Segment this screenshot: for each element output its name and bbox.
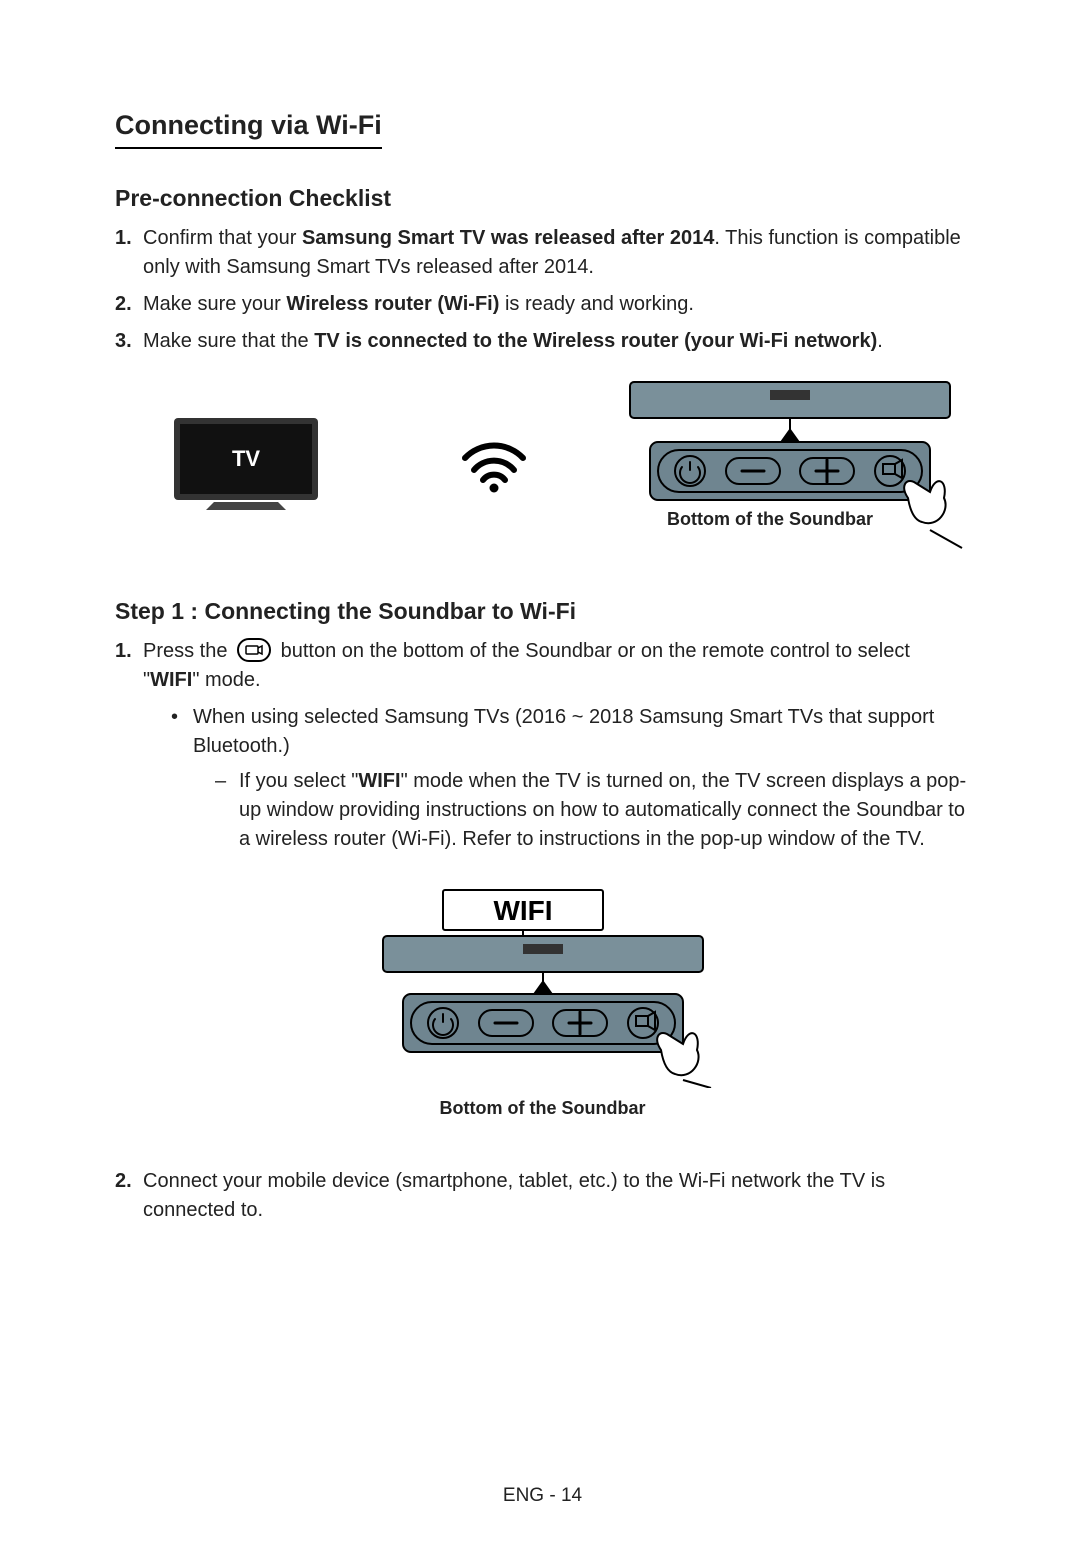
text: Make sure your [143, 293, 286, 315]
step1-list-cont: 2. Connect your mobile device (smartphon… [115, 1167, 970, 1225]
checklist-title: Pre-connection Checklist [115, 185, 970, 212]
wifi-icon [459, 430, 529, 500]
checklist-item: 2. Make sure your Wireless router (Wi-Fi… [115, 290, 970, 319]
checklist: 1. Confirm that your Samsung Smart TV wa… [115, 224, 970, 356]
soundbar-display: WIFI [493, 895, 552, 926]
figure-tv-soundbar: TV [115, 380, 970, 550]
text: is ready and working. [499, 293, 694, 315]
checklist-item: 3. Make sure that the TV is connected to… [115, 327, 970, 356]
tv-label: TV [232, 446, 260, 471]
tv-icon: TV [166, 410, 326, 520]
item-number: 2. [115, 1167, 143, 1196]
step1-title: Step 1 : Connecting the Soundbar to Wi-F… [115, 598, 970, 625]
item-number: 1. [115, 637, 143, 666]
figure-caption: Bottom of the Soundbar [610, 509, 930, 530]
sub-bullet-item: When using selected Samsung TVs (2016 ~ … [171, 703, 970, 854]
section-heading: Connecting via Wi-Fi [115, 110, 382, 149]
text: If you select " [239, 770, 358, 792]
text-bold: WIFI [150, 669, 192, 691]
text: . [877, 330, 883, 352]
item-number: 2. [115, 290, 143, 319]
text-bold: Wireless router (Wi-Fi) [286, 293, 499, 315]
item-number: 1. [115, 224, 143, 253]
text: Connect your mobile device (smartphone, … [143, 1167, 970, 1225]
sub-dash-item: If you select "WIFI" mode when the TV is… [215, 767, 970, 854]
text-bold: TV is connected to the Wireless router (… [314, 330, 877, 352]
text-bold: WIFI [358, 770, 400, 792]
sub-bullet-list: When using selected Samsung TVs (2016 ~ … [171, 703, 970, 854]
checklist-item: 1. Confirm that your Samsung Smart TV wa… [115, 224, 970, 282]
step-item: 2. Connect your mobile device (smartphon… [115, 1167, 970, 1225]
text: Confirm that your [143, 227, 302, 249]
text: Make sure that the [143, 330, 314, 352]
text: Press the [143, 640, 233, 662]
text-bold: Samsung Smart TV was released after 2014 [302, 227, 714, 249]
item-number: 3. [115, 327, 143, 356]
step1-list: 1. Press the button on the bottom of the… [115, 637, 970, 864]
text: When using selected Samsung TVs (2016 ~ … [193, 706, 934, 757]
page-footer: ENG - 14 [115, 1485, 970, 1507]
source-button-icon [237, 638, 271, 662]
figure-soundbar-wifi: WIFI Bottom of the Soundbar [115, 888, 970, 1119]
text: " mode. [192, 669, 260, 691]
soundbar-wifi-icon: WIFI [373, 888, 713, 1088]
sub-dash-list: If you select "WIFI" mode when the TV is… [215, 767, 970, 854]
step-item: 1. Press the button on the bottom of the… [115, 637, 970, 864]
figure-caption: Bottom of the Soundbar [115, 1098, 970, 1119]
